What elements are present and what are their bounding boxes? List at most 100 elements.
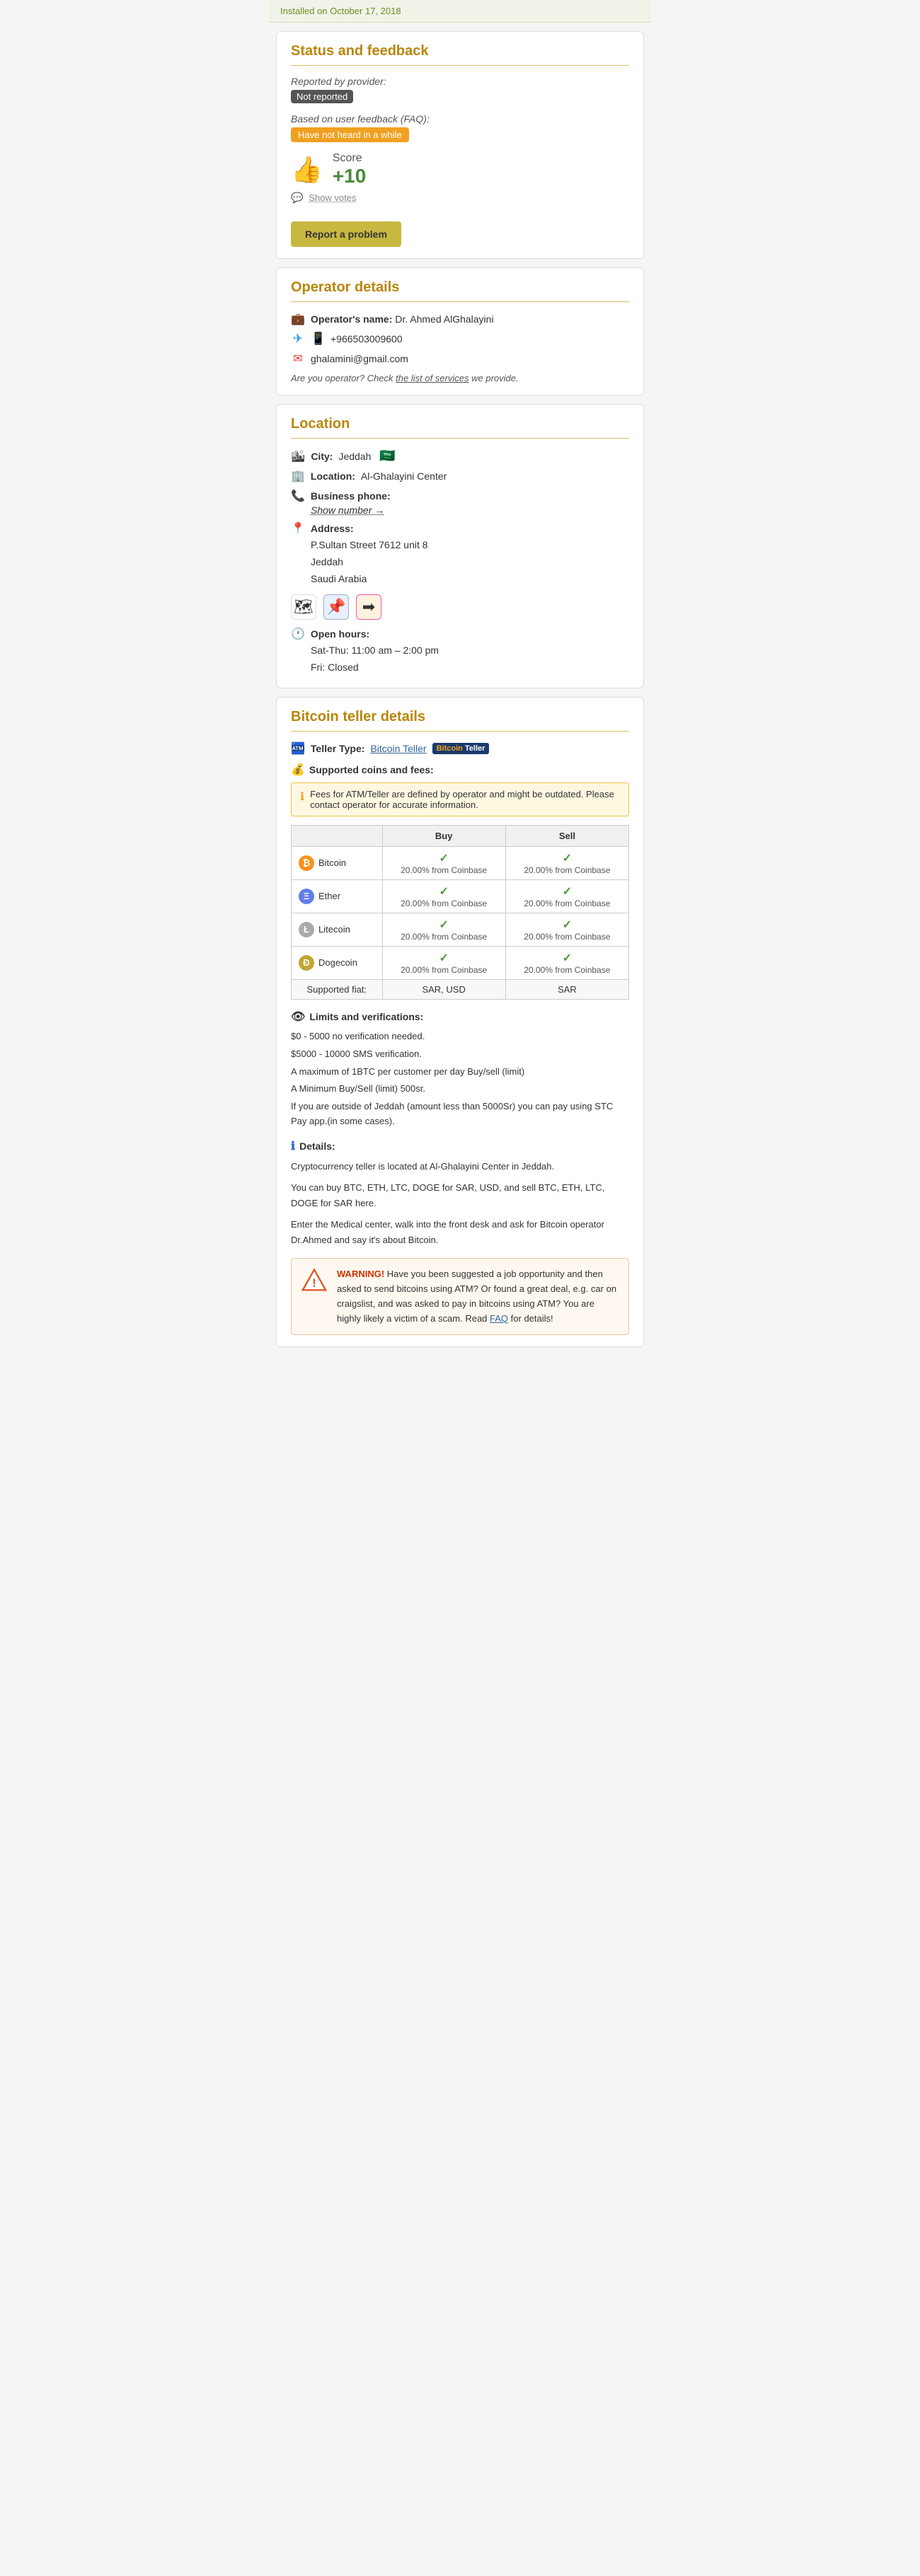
address-line-3: Saudi Arabia xyxy=(311,571,629,588)
open-hours-line-2: Fri: Closed xyxy=(311,659,629,676)
eth-icon: Ξ xyxy=(299,889,314,904)
warning-text: WARNING! Have you been suggested a job o… xyxy=(337,1267,619,1326)
email-icon: ✉ xyxy=(291,352,305,366)
installed-banner: Installed on October 17, 2018 xyxy=(269,0,651,23)
operator-name-value: Dr. Ahmed AlGhalayini xyxy=(395,313,493,325)
speech-bubble-icon: 💬 xyxy=(291,192,303,203)
telegram-icon: ✈ xyxy=(291,332,305,346)
clock-icon: 🕐 xyxy=(291,627,305,641)
building-icon: 🏢 xyxy=(291,469,305,483)
table-row: Ξ Ether ✓ 20.00% from Coinbase ✓ 20.00% … xyxy=(292,879,629,913)
operator-question-row: Are you operator? Check the list of serv… xyxy=(291,373,629,383)
location-row: 🏢 Location: Al-Ghalayini Center xyxy=(291,469,629,483)
details-label: ℹ Details: xyxy=(291,1139,629,1153)
doge-buy-fee: 20.00% from Coinbase xyxy=(390,965,498,975)
limits-line-5: If you are outside of Jeddah (amount les… xyxy=(291,1099,629,1129)
eth-buy-cell: ✓ 20.00% from Coinbase xyxy=(382,879,505,913)
score-value: +10 xyxy=(333,165,367,187)
doge-buy-check: ✓ xyxy=(390,951,498,965)
location-value: Al-Ghalayini Center xyxy=(361,470,447,482)
ltc-sell-check: ✓ xyxy=(513,918,621,932)
info-circle-icon: ℹ xyxy=(300,790,304,804)
thumbs-up-icon: 👍 xyxy=(291,155,323,185)
eth-sell-check: ✓ xyxy=(513,884,621,899)
business-phone-row: 📞 Business phone: Show number → xyxy=(291,489,629,516)
warning-triangle-icon: ! xyxy=(301,1267,327,1293)
btc-sell-cell: ✓ 20.00% from Coinbase xyxy=(505,846,628,879)
coin-eth-name: Ξ Ether xyxy=(292,879,383,913)
details-line-2: You can buy BTC, ETH, LTC, DOGE for SAR,… xyxy=(291,1180,629,1211)
limits-line-4: A Minimum Buy/Sell (limit) 500sr. xyxy=(291,1082,629,1097)
ltc-buy-fee: 20.00% from Coinbase xyxy=(390,932,498,942)
faq-link[interactable]: FAQ xyxy=(490,1313,508,1324)
navigation-icon[interactable]: ➡ xyxy=(356,594,381,620)
operator-email-value: ghalamini@gmail.com xyxy=(311,353,408,364)
limits-line-1: $0 - 5000 no verification needed. xyxy=(291,1029,629,1044)
phone-icon: 📞 xyxy=(291,489,305,503)
details-line-3: Enter the Medical center, walk into the … xyxy=(291,1217,629,1248)
teller-type-link[interactable]: Bitcoin Teller xyxy=(370,743,426,754)
score-block: Score +10 xyxy=(333,152,367,187)
table-header-sell: Sell xyxy=(505,825,628,846)
fiat-sell: SAR xyxy=(505,979,628,999)
open-hours-label: Open hours: xyxy=(311,628,369,640)
fiat-row: Supported fiat: SAR, USD SAR xyxy=(292,979,629,999)
flag-icon: 🇸🇦 xyxy=(379,449,395,463)
ltc-buy-check: ✓ xyxy=(390,918,498,932)
operator-phone-row: ✈ 📱 +966503009600 xyxy=(291,332,629,346)
location-label-text: Location: xyxy=(311,470,355,482)
show-number-link[interactable]: Show number → xyxy=(311,504,384,516)
svg-text:!: ! xyxy=(312,1277,316,1290)
open-hours-lines: Sat-Thu: 11:00 am – 2:00 pm Fri: Closed xyxy=(291,642,629,676)
fiat-buy: SAR, USD xyxy=(382,979,505,999)
user-feedback-label: Based on user feedback (FAQ): xyxy=(291,113,629,125)
city-label: City: xyxy=(311,451,333,462)
ltc-sell-cell: ✓ 20.00% from Coinbase xyxy=(505,913,628,946)
coins-table: Buy Sell ₿ Bitcoin ✓ 20.00% from Coinbas… xyxy=(291,825,629,1000)
doge-buy-cell: ✓ 20.00% from Coinbase xyxy=(382,946,505,979)
limits-line-3: A maximum of 1BTC per customer per day B… xyxy=(291,1065,629,1080)
report-problem-button[interactable]: Report a problem xyxy=(291,221,401,247)
ltc-sell-fee: 20.00% from Coinbase xyxy=(513,932,621,942)
gmaps-icon[interactable]: 📌 xyxy=(323,594,349,620)
doge-sell-cell: ✓ 20.00% from Coinbase xyxy=(505,946,628,979)
fees-notice-text: Fees for ATM/Teller are defined by opera… xyxy=(310,789,620,810)
teller-badge: Bitcoin Teller xyxy=(432,743,490,754)
teller-type-icon: 🏧 xyxy=(291,741,305,756)
doge-icon: Ð xyxy=(299,955,314,971)
status-feedback-card: Status and feedback Reported by provider… xyxy=(276,31,644,259)
address-line-2: Jeddah xyxy=(311,554,629,571)
operator-phone-value: +966503009600 xyxy=(330,333,403,345)
whatsapp-icon: 📱 xyxy=(311,332,325,346)
google-maps-icon[interactable]: 🗺 xyxy=(291,594,316,620)
show-votes-link[interactable]: Show votes xyxy=(309,192,356,203)
btc-sell-check: ✓ xyxy=(513,851,621,865)
doge-sell-check: ✓ xyxy=(513,951,621,965)
limits-line-2: $5000 - 10000 SMS verification. xyxy=(291,1047,629,1062)
eye-icon: 👁 xyxy=(291,1010,305,1024)
installed-date-text: Installed on October 17, 2018 xyxy=(280,6,401,16)
limits-label: 👁 Limits and verifications: xyxy=(291,1010,629,1024)
feedback-badge: Have not heard in a while xyxy=(291,127,409,142)
services-link[interactable]: the list of services xyxy=(396,373,468,383)
btc-buy-cell: ✓ 20.00% from Coinbase xyxy=(382,846,505,879)
warning-box: ! WARNING! Have you been suggested a job… xyxy=(291,1258,629,1335)
details-line-1: Cryptocurrency teller is located at Al-G… xyxy=(291,1159,629,1174)
table-header-coin xyxy=(292,825,383,846)
eth-sell-cell: ✓ 20.00% from Coinbase xyxy=(505,879,628,913)
teller-section-title: Bitcoin teller details xyxy=(291,709,629,732)
address-lines: P.Sultan Street 7612 unit 8 Jeddah Saudi… xyxy=(291,537,629,587)
limits-section: 👁 Limits and verifications: $0 - 5000 no… xyxy=(291,1010,629,1129)
city-icon: 🏙 xyxy=(291,449,305,463)
btc-buy-check: ✓ xyxy=(390,851,498,865)
coins-icon: 💰 xyxy=(291,763,305,777)
map-icons-row: 🗺 📌 ➡ xyxy=(291,594,629,620)
table-row: ₿ Bitcoin ✓ 20.00% from Coinbase ✓ 20.00… xyxy=(292,846,629,879)
open-hours-line-1: Sat-Thu: 11:00 am – 2:00 pm xyxy=(311,642,629,659)
eth-buy-fee: 20.00% from Coinbase xyxy=(390,899,498,908)
address-row: 📍 Address: P.Sultan Street 7612 unit 8 J… xyxy=(291,521,629,587)
doge-sell-fee: 20.00% from Coinbase xyxy=(513,965,621,975)
table-row: Ł Litecoin ✓ 20.00% from Coinbase ✓ 20.0… xyxy=(292,913,629,946)
open-hours-row: 🕐 Open hours: Sat-Thu: 11:00 am – 2:00 p… xyxy=(291,627,629,676)
coin-btc-name: ₿ Bitcoin xyxy=(292,846,383,879)
